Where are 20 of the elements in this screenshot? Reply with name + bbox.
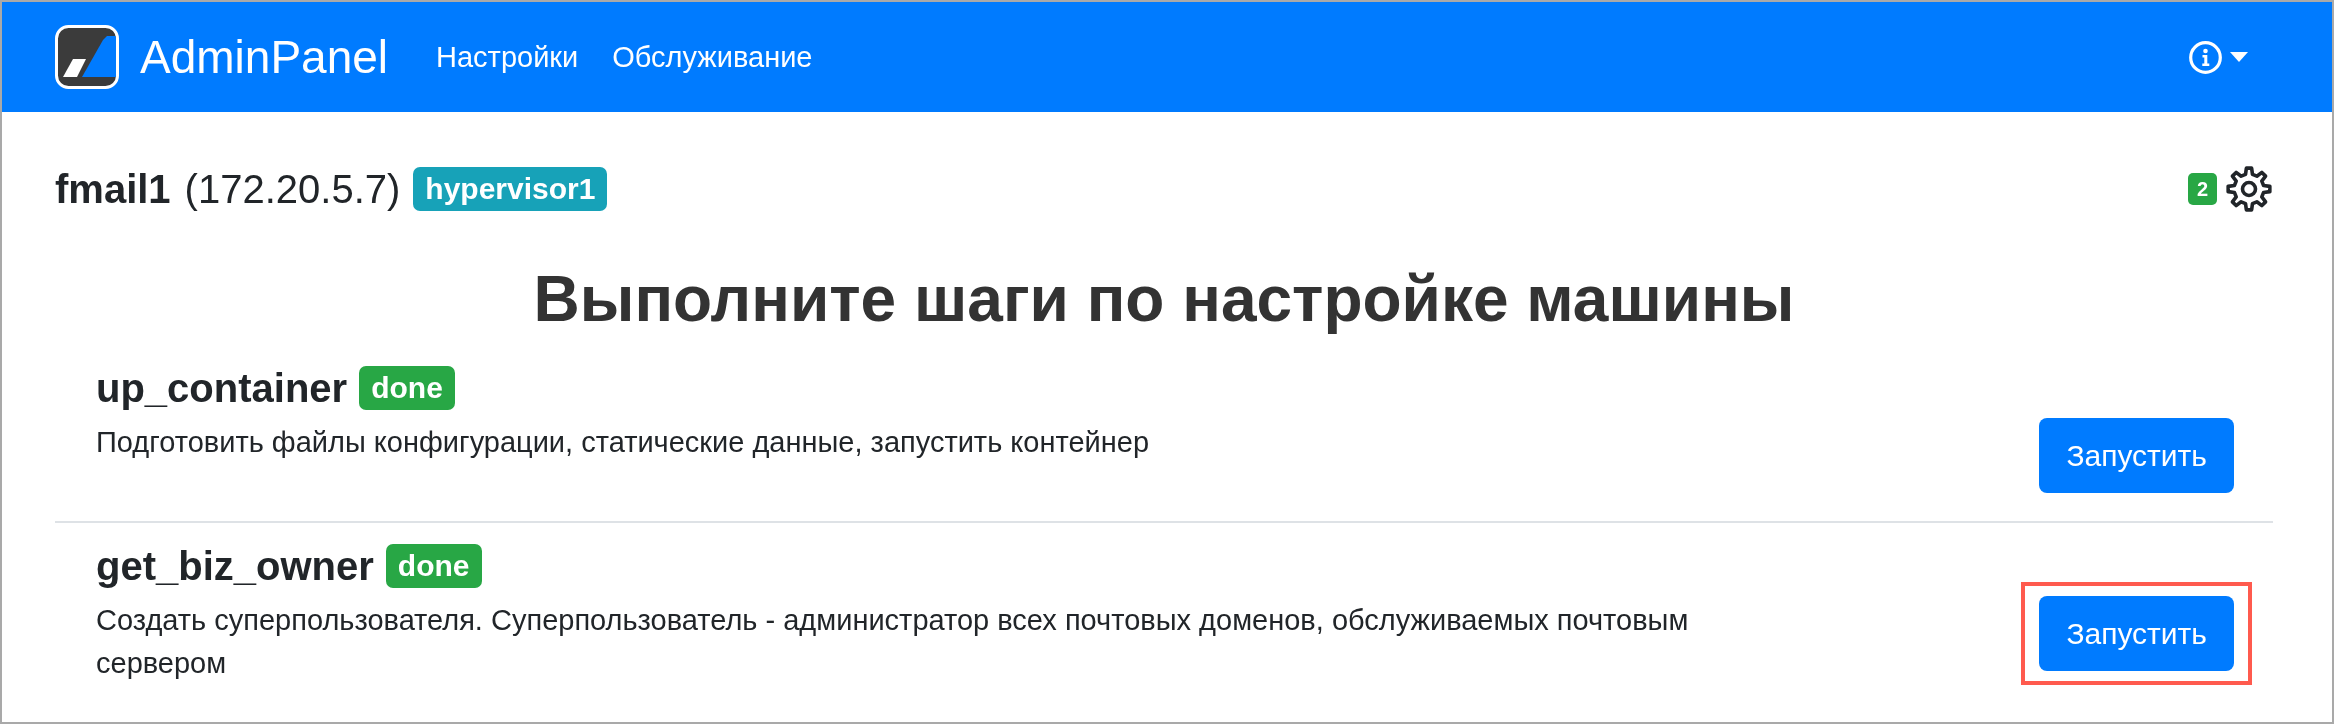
caret-icon[interactable] (2230, 52, 2248, 62)
status-badge: done (385, 543, 482, 588)
status-badge: done (359, 365, 455, 410)
settings-icon[interactable] (2225, 165, 2273, 213)
app-logo-icon[interactable] (55, 25, 119, 89)
step-description: Создать суперпользователя. Суперпользователь - администратор всех почтовых доменов, обслуживаемых почтовым сервером (96, 602, 1690, 682)
run-button[interactable]: Запустить (2039, 417, 2234, 493)
count-badge: 2 (2187, 173, 2217, 205)
nav-link[interactable]: Обслуживание (612, 39, 813, 75)
info-icon[interactable] (2189, 40, 2222, 74)
host-address: (172.20.5.7) (184, 166, 401, 213)
run-button[interactable]: Запустить (2039, 595, 2234, 671)
brand-link[interactable]: AdminPanel (140, 30, 389, 84)
nav-link[interactable]: Настройки (436, 39, 579, 75)
step-description: Подготовить файлы конфигурации, статические данные, запустить контейнер (96, 424, 1151, 460)
host-name: fmail1 (55, 166, 171, 213)
step-name: get_biz_owner (96, 542, 374, 590)
page-heading: Выполните шаги по настройке машины (532, 262, 1796, 337)
step-name: up_container (96, 364, 348, 412)
hypervisor-tag: hypervisor1 (413, 167, 608, 211)
